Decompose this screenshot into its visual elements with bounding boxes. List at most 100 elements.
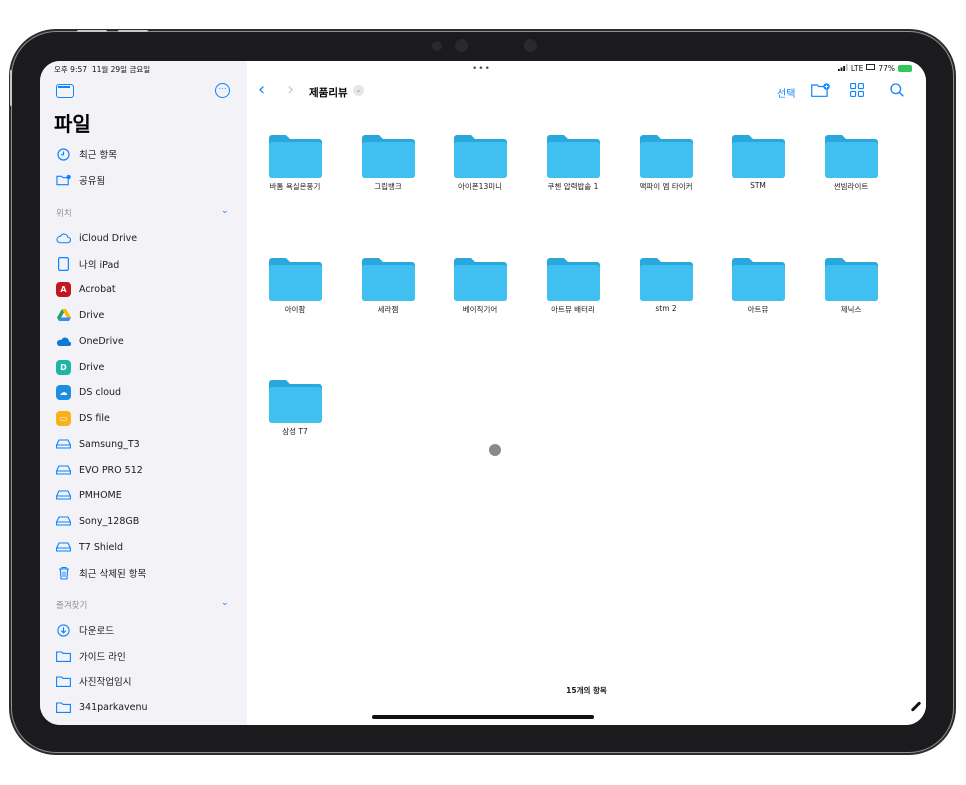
app-title: 파일 [54, 112, 91, 136]
search-icon[interactable] [890, 82, 904, 97]
back-button[interactable]: ‹ [258, 79, 265, 100]
sidebar-item-downloads[interactable]: 다운로드 [56, 620, 114, 640]
locations-header: 위치 [56, 209, 72, 219]
ds-file-icon: ▭ [56, 410, 71, 426]
folder-icon [56, 700, 71, 715]
sidebar-item-label: 나의 iPad [79, 260, 120, 271]
drive-app-icon: D [56, 359, 71, 375]
folder-name: 그립뱅크 [374, 182, 402, 191]
sidebar-toggle-button[interactable] [56, 84, 74, 98]
sidebar-item-acrobat[interactable]: A Acrobat [56, 279, 116, 299]
cloud-icon [56, 231, 71, 246]
acrobat-icon: A [56, 281, 71, 297]
folder-icon [824, 258, 878, 301]
folder-name: stm 2 [655, 304, 677, 313]
folder-icon [56, 674, 71, 689]
sidebar-item-label: 공유됨 [79, 176, 106, 187]
sidebar-item-recently-deleted[interactable]: 최근 삭제된 항목 [56, 563, 146, 583]
folder-item[interactable]: STM [713, 134, 803, 190]
folder-icon [268, 380, 322, 423]
sidebar-item-label: 최근 항목 [79, 150, 117, 161]
front-camera [432, 41, 442, 51]
folder-icon [453, 135, 507, 178]
grid-view-icon[interactable] [850, 82, 864, 97]
folder-item[interactable]: 삼성 T7 [250, 379, 340, 437]
folder-name: 세라젬 [377, 305, 399, 314]
sidebar-item-onedrive[interactable]: OneDrive [56, 331, 124, 351]
folder-item[interactable]: stm 2 [621, 257, 711, 313]
sidebar-item-photo-temp[interactable]: 사진작업임시 [56, 671, 131, 691]
sidebar-item-shared[interactable]: 공유됨 [56, 170, 105, 190]
sidebar-item-label: Samsung_T3 [79, 438, 140, 450]
sidebar-item-label: DS cloud [79, 386, 122, 398]
folder-name: 바톰 욕실온풍기 [269, 182, 321, 191]
multitasking-dots[interactable]: ••• [472, 64, 491, 74]
folder-item[interactable]: 바톰 욕실온풍기 [250, 134, 340, 192]
more-options-button[interactable]: ⋯ [215, 83, 230, 98]
sidebar-item-icloud-drive[interactable]: iCloud Drive [56, 228, 137, 248]
pointer-cursor [489, 444, 501, 456]
screen-mirror-icon [866, 64, 876, 73]
folder-item[interactable]: 아트뮤 배터리 [528, 257, 618, 315]
sidebar-item-guideline[interactable]: 가이드 라인 [56, 646, 126, 666]
sidebar-item-label: Sony_128GB [79, 515, 140, 527]
sidebar-item-label: Drive [79, 309, 105, 321]
folder-item[interactable]: 세라젬 [343, 257, 433, 315]
status-time: 오후 9:57 [54, 65, 88, 74]
forward-button[interactable]: › [287, 79, 294, 100]
new-folder-icon[interactable] [811, 82, 830, 97]
sidebar-item-label: 가이드 라인 [79, 652, 126, 663]
sidebar-item-label: 341parkavenu [79, 701, 148, 713]
folder-item[interactable]: 아이폰13미니 [435, 134, 525, 192]
folder-item[interactable]: 제닉스 [806, 257, 896, 315]
trash-icon [56, 566, 71, 581]
select-button[interactable]: 선택 [777, 85, 795, 100]
folder-icon [731, 135, 785, 178]
folder-name: 썬빔라이트 [833, 182, 869, 191]
ipad-screen: ⋯ 파일 최근 항목 공유됨 위치 ⌄ iCloud Drive 나의 iPad… [40, 61, 926, 725]
folder-item[interactable]: 그립뱅크 [343, 134, 433, 192]
sidebar-item-341parkavenu[interactable]: 341parkavenu [56, 697, 148, 717]
folder-item[interactable]: 썬빔라이트 [806, 134, 896, 192]
folder-item[interactable]: 맥파이 엠 타이커 [621, 134, 711, 192]
folder-icon [268, 258, 322, 301]
folder-icon [361, 135, 415, 178]
folder-icon [453, 258, 507, 301]
folder-icon [361, 258, 415, 301]
folder-item[interactable]: 아트뮤 [713, 257, 803, 315]
sidebar: ⋯ 파일 최근 항목 공유됨 위치 ⌄ iCloud Drive 나의 iPad… [40, 61, 247, 725]
sidebar-item-t7-shield[interactable]: T7 Shield [56, 537, 123, 557]
sidebar-item-sony-128gb[interactable]: Sony_128GB [56, 511, 139, 531]
chevron-down-icon[interactable]: ⌄ [221, 598, 229, 608]
folder-item[interactable]: 아이팜 [250, 257, 340, 315]
drive-disk-icon [56, 463, 71, 478]
sidebar-item-ds-cloud[interactable]: ☁ DS cloud [56, 382, 121, 402]
sidebar-item-recents[interactable]: 최근 항목 [56, 144, 117, 164]
title-menu-chevron-icon[interactable]: ⌄ [353, 85, 364, 96]
chevron-down-icon[interactable]: ⌄ [221, 206, 229, 216]
folder-item[interactable]: 베이직기어 [435, 257, 525, 315]
folder-item[interactable]: 쿠첸 압력밥솥 1 [528, 134, 618, 192]
item-count: 15개의 항목 [566, 686, 607, 695]
folder-name: 아트뮤 배터리 [551, 305, 595, 314]
sidebar-item-label: 최근 삭제된 항목 [79, 569, 147, 580]
sidebar-item-label: EVO PRO 512 [79, 464, 143, 476]
network-type: LTE [850, 64, 864, 73]
battery-icon [898, 65, 912, 72]
sidebar-item-label: iCloud Drive [79, 232, 138, 244]
sidebar-item-google-drive[interactable]: Drive [56, 305, 104, 325]
folder-icon [639, 135, 693, 178]
folder-name: 맥파이 엠 타이커 [639, 182, 693, 191]
sidebar-item-pmhome[interactable]: PMHOME [56, 485, 122, 505]
folder-name: 제닉스 [840, 305, 862, 314]
sidebar-item-evo-pro-512[interactable]: EVO PRO 512 [56, 460, 143, 480]
sidebar-item-samsung-t3[interactable]: Samsung_T3 [56, 434, 140, 454]
status-indicators: LTE 77% [837, 64, 912, 73]
shared-folder-icon [56, 173, 71, 188]
folder-title[interactable]: 제품리뷰 [309, 85, 348, 100]
sidebar-item-drive-app[interactable]: D Drive [56, 357, 104, 377]
sidebar-item-ds-file[interactable]: ▭ DS file [56, 408, 110, 428]
home-indicator[interactable] [372, 715, 594, 719]
clock-icon [56, 147, 71, 162]
sidebar-item-my-ipad[interactable]: 나의 iPad [56, 254, 119, 274]
